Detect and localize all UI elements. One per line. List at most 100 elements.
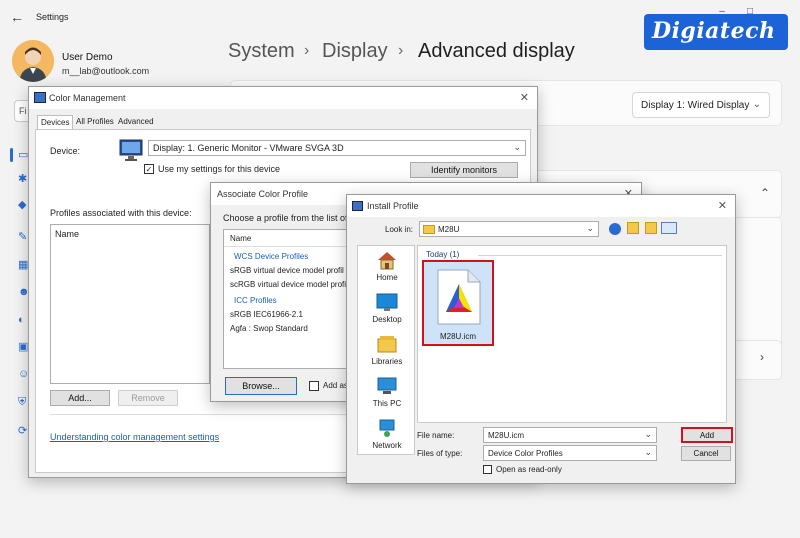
breadcrumb-system[interactable]: System bbox=[228, 40, 295, 63]
group-today: Today (1) bbox=[426, 250, 460, 259]
display-select-value: Display 1: Wired Display bbox=[641, 100, 750, 111]
back-icon[interactable] bbox=[609, 223, 621, 235]
look-in-select[interactable]: M28U ⌄ bbox=[419, 221, 599, 237]
list-item[interactable]: sRGB virtual device model profil bbox=[230, 266, 344, 275]
chevron-right-icon: › bbox=[304, 42, 310, 59]
new-folder-icon[interactable] bbox=[645, 222, 657, 234]
digiatech-logo: Digiatech bbox=[644, 14, 788, 50]
breadcrumb-display[interactable]: Display bbox=[322, 40, 388, 63]
tab-advanced[interactable]: Advanced bbox=[115, 115, 157, 128]
close-icon[interactable]: ✕ bbox=[718, 199, 727, 212]
browse-button[interactable]: Browse... bbox=[225, 377, 297, 395]
files-type-select[interactable]: Device Color Profiles ⌄ bbox=[483, 445, 657, 461]
chevron-down-icon: ⌄ bbox=[513, 142, 521, 152]
group-icc: ICC Profiles bbox=[234, 296, 277, 305]
color-management-help-link[interactable]: Understanding color management settings bbox=[50, 432, 219, 442]
place-this-pc[interactable]: This PC bbox=[358, 376, 416, 408]
read-only-label: Open as read-only bbox=[496, 465, 562, 474]
monitor-icon bbox=[352, 201, 363, 211]
look-in-value: M28U bbox=[438, 225, 460, 234]
display-select[interactable]: Display 1: Wired Display ⌄ bbox=[632, 92, 770, 118]
tab-all-profiles[interactable]: All Profiles bbox=[73, 115, 117, 128]
profiles-label: Profiles associated with this device: bbox=[50, 208, 192, 218]
list-header-name: Name bbox=[230, 234, 252, 243]
add-button[interactable]: Add bbox=[681, 427, 733, 443]
chevron-down-icon: ⌄ bbox=[752, 99, 761, 110]
close-icon[interactable]: ✕ bbox=[520, 91, 529, 104]
place-network[interactable]: Network bbox=[358, 418, 416, 450]
dialog-title: Color Management bbox=[29, 87, 537, 109]
remove-profile-button[interactable]: Remove bbox=[118, 390, 178, 406]
profiles-list[interactable]: Name bbox=[50, 224, 210, 384]
use-settings-checkbox[interactable]: ✓ bbox=[144, 164, 154, 174]
divider bbox=[224, 246, 354, 247]
list-item[interactable]: scRGB virtual device model profi bbox=[230, 280, 346, 289]
add-as-label: Add as bbox=[323, 381, 348, 390]
file-name-input[interactable]: M28U.icm ⌄ bbox=[483, 427, 657, 443]
user-name: User Demo bbox=[62, 52, 113, 63]
avatar bbox=[12, 40, 54, 82]
list-header-name: Name bbox=[55, 229, 80, 239]
back-arrow-icon[interactable]: ← bbox=[10, 9, 26, 25]
libraries-icon bbox=[376, 334, 398, 354]
files-type-label: Files of type: bbox=[417, 449, 463, 458]
add-profile-button[interactable]: Add... bbox=[50, 390, 110, 406]
add-as-checkbox[interactable] bbox=[309, 381, 319, 391]
cancel-button[interactable]: Cancel bbox=[681, 446, 731, 461]
chevron-up-icon[interactable]: ⌃ bbox=[760, 186, 770, 200]
chevron-down-icon: ⌄ bbox=[586, 223, 594, 233]
place-home-label: Home bbox=[376, 273, 398, 282]
monitor-icon bbox=[34, 92, 46, 103]
device-label: Device: bbox=[50, 146, 81, 156]
place-libraries[interactable]: Libraries bbox=[358, 334, 416, 366]
use-settings-label: Use my settings for this device bbox=[158, 164, 281, 174]
dialog-title: Install Profile bbox=[347, 195, 735, 217]
settings-title: Settings bbox=[36, 12, 69, 22]
look-in-label: Look in: bbox=[385, 225, 414, 234]
list-item[interactable]: Agfa : Swop Standard bbox=[230, 324, 308, 333]
view-menu-icon[interactable] bbox=[661, 222, 677, 234]
home-icon bbox=[376, 250, 398, 270]
file-list[interactable]: Today (1) M28U.icm bbox=[417, 245, 727, 423]
file-item-name: M28U.icm bbox=[439, 332, 476, 341]
place-libraries-label: Libraries bbox=[371, 357, 403, 366]
page-title: Advanced display bbox=[418, 40, 575, 62]
desktop-icon bbox=[376, 292, 398, 312]
place-this-pc-label: This PC bbox=[372, 399, 402, 408]
read-only-checkbox[interactable] bbox=[483, 465, 492, 474]
user-email: m__lab@outlook.com bbox=[62, 66, 150, 76]
tab-devices[interactable]: Devices bbox=[37, 115, 74, 129]
install-profile-dialog: Install Profile ✕ Look in: M28U ⌄ Home D… bbox=[346, 194, 736, 484]
icc-profile-icon bbox=[436, 268, 482, 326]
places-bar: Home Desktop Libraries This PC Network bbox=[357, 245, 415, 455]
network-icon bbox=[376, 418, 398, 438]
profile-list[interactable]: Name WCS Device Profiles sRGB virtual de… bbox=[223, 229, 354, 369]
divider bbox=[478, 255, 722, 256]
choose-profile-prompt: Choose a profile from the list of p bbox=[223, 213, 356, 223]
place-desktop[interactable]: Desktop bbox=[358, 292, 416, 324]
device-select[interactable]: Display: 1. Generic Monitor - VMware SVG… bbox=[148, 140, 526, 156]
device-select-value: Display: 1. Generic Monitor - VMware SVG… bbox=[153, 143, 344, 153]
file-name-label: File name: bbox=[417, 431, 455, 440]
chevron-down-icon: ⌄ bbox=[644, 447, 652, 457]
color-management-title: Color Management bbox=[49, 93, 126, 103]
list-item[interactable]: sRGB IEC61966-2.1 bbox=[230, 310, 303, 319]
file-item-selected[interactable]: M28U.icm bbox=[422, 260, 494, 346]
folder-icon bbox=[423, 225, 435, 234]
file-name-value: M28U.icm bbox=[488, 431, 525, 440]
up-folder-icon[interactable] bbox=[627, 222, 639, 234]
this-pc-icon bbox=[376, 376, 398, 396]
monitor-icon bbox=[118, 138, 144, 162]
chevron-right-icon: › bbox=[398, 42, 404, 59]
chevron-down-icon: ⌄ bbox=[644, 429, 652, 439]
nav-selection-indicator bbox=[10, 148, 13, 162]
watermark-text: Digiatech bbox=[652, 18, 776, 44]
files-type-value: Device Color Profiles bbox=[488, 449, 563, 458]
place-network-label: Network bbox=[372, 441, 402, 450]
chevron-right-icon[interactable]: › bbox=[760, 350, 764, 364]
place-desktop-label: Desktop bbox=[372, 315, 402, 324]
install-profile-title: Install Profile bbox=[367, 201, 419, 211]
group-wcs: WCS Device Profiles bbox=[234, 252, 309, 261]
place-home[interactable]: Home bbox=[358, 250, 416, 282]
identify-monitors-button[interactable]: Identify monitors bbox=[410, 162, 518, 178]
